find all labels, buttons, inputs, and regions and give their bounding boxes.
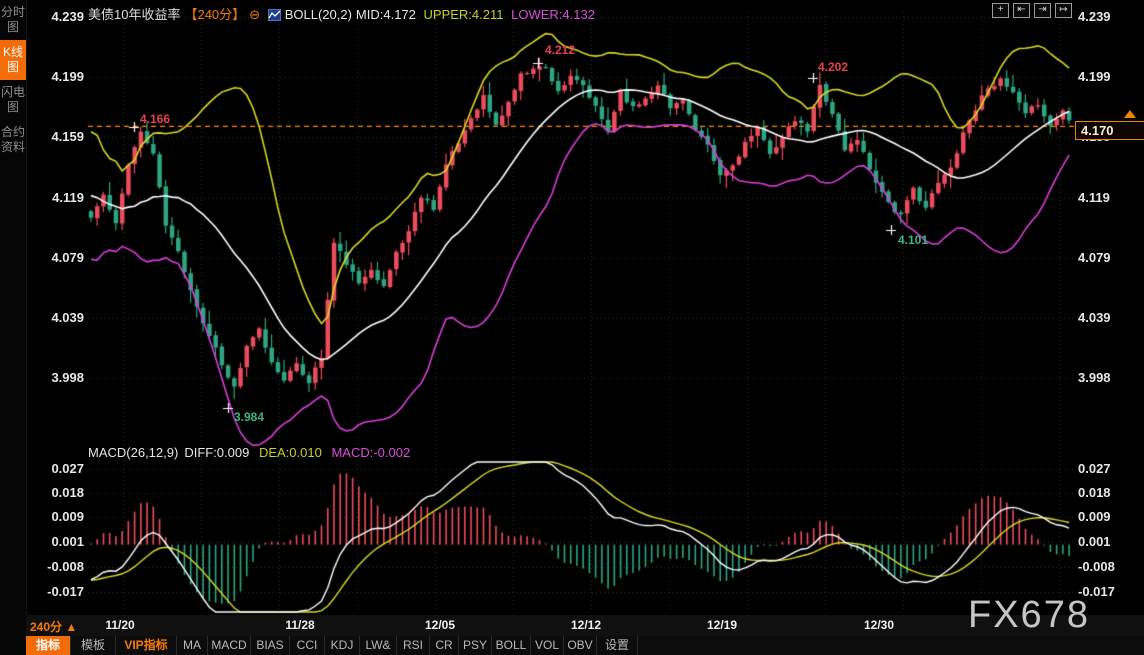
toolbar-button-VIP指标[interactable]: VIP指标 — [116, 636, 177, 655]
boll-lower-value: LOWER:4.132 — [511, 7, 595, 22]
extreme-price-annotation: 4.101 — [898, 233, 928, 247]
toolbar-button-模板[interactable]: 模板 — [71, 636, 116, 655]
toolbar-button-PSY[interactable]: PSY — [459, 636, 492, 655]
price-axis-label-right: 4.119 — [1078, 190, 1110, 205]
price-axis-label-left: 4.119 — [40, 190, 84, 205]
macd-formula: MACD(26,12,9) — [88, 445, 178, 460]
date-axis-label: 12/05 — [425, 618, 455, 632]
exit-right-icon[interactable]: ↦ — [1055, 3, 1072, 18]
price-axis-label-right: 4.239 — [1078, 9, 1111, 24]
price-up-arrow-icon — [1124, 110, 1136, 118]
macd-axis-label-right: 0.027 — [1078, 461, 1111, 476]
sidebar-item-fenshi[interactable]: 分时图 — [0, 0, 26, 40]
chart-app-window: 分时图K线图闪电图合约资料 美债10年收益率【240分】 ⊖ BOLL(20,2)… — [0, 0, 1144, 655]
pan-icon[interactable]: + — [992, 3, 1009, 18]
date-axis-label: 12/12 — [571, 618, 601, 632]
macd-axis-label-right: 0.001 — [1078, 534, 1111, 549]
date-axis-label: 12/19 — [707, 618, 737, 632]
toolbar-button-OBV[interactable]: OBV — [564, 636, 597, 655]
macd-axis-label-left: 0.018 — [40, 485, 84, 500]
price-axis-label-right: 3.998 — [1078, 370, 1111, 385]
watermark: FX678 — [968, 594, 1090, 637]
sidebar-item-kline[interactable]: K线图 — [0, 40, 26, 80]
toolbar-button-CCI[interactable]: CCI — [290, 636, 325, 655]
shift-left-icon[interactable]: ⇤ — [1013, 3, 1030, 18]
date-axis-label: 11/28 — [285, 618, 314, 632]
extreme-price-annotation: 4.212 — [545, 43, 575, 57]
toolbar-button-BOLL[interactable]: BOLL — [492, 636, 531, 655]
price-axis-label-left: 4.239 — [40, 9, 84, 24]
price-axis-label-left: 3.998 — [40, 370, 84, 385]
price-axis-label-right: 4.199 — [1078, 69, 1111, 84]
toolbar-button-指标[interactable]: 指标 — [26, 636, 71, 655]
price-axis-label-left: 4.039 — [40, 310, 84, 325]
sidebar-item-shandian[interactable]: 闪电图 — [0, 80, 26, 120]
macd-header: MACD(26,12,9) DIFF:0.009 DEA:0.010 MACD:-… — [88, 445, 416, 460]
price-axis-label-left: 4.159 — [40, 129, 84, 144]
boll-mid-value: MID:4.172 — [356, 7, 416, 22]
macd-axis-label-left: 0.027 — [40, 461, 84, 476]
toolbar-button-CR[interactable]: CR — [430, 636, 459, 655]
price-axis-label-left: 4.199 — [40, 69, 84, 84]
extreme-price-annotation: 3.984 — [234, 410, 264, 424]
macd-axis-label-right: 0.009 — [1078, 509, 1111, 524]
toolbar-button-VOL[interactable]: VOL — [531, 636, 564, 655]
period-badge: 【240分】 — [184, 7, 245, 22]
extreme-price-annotation: 4.166 — [140, 112, 170, 126]
period-selector[interactable]: 240分 ▲ — [30, 618, 77, 635]
toolbar-button-LW&[interactable]: LW& — [360, 636, 397, 655]
chart-header: 美债10年收益率【240分】 ⊖ BOLL(20,2) MID:4.172 UPPE… — [88, 4, 599, 23]
macd-axis-label-left: 0.001 — [40, 534, 84, 549]
collapse-icon[interactable]: ⊖ — [249, 7, 260, 22]
symbol-title: 美债10年收益率 — [88, 7, 180, 22]
shift-right-icon[interactable]: ⇥ — [1034, 3, 1051, 18]
boll-upper-value: UPPER:4.211 — [424, 7, 504, 22]
sidebar-item-heyue[interactable]: 合约资料 — [0, 120, 26, 160]
last-price-tag: 4.170 — [1075, 121, 1144, 140]
window-icon-bar: + ⇤ ⇥ ↦ — [992, 3, 1072, 18]
toolbar-button-KDJ[interactable]: KDJ — [325, 636, 360, 655]
toolbar-button-MACD[interactable]: MACD — [208, 636, 251, 655]
price-axis-label-right: 4.079 — [1078, 250, 1111, 265]
macd-axis-label-right: 0.018 — [1078, 485, 1111, 500]
date-axis-label: 11/20 — [105, 618, 134, 632]
chart-type-sidebar: 分时图K线图闪电图合约资料 — [0, 0, 27, 655]
macd-diff-value: DIFF:0.009 — [184, 445, 249, 460]
macd-dea-value: DEA:0.010 — [259, 445, 322, 460]
toolbar-button-设置[interactable]: 设置 — [597, 636, 638, 655]
macd-axis-label-left: 0.009 — [40, 509, 84, 524]
date-axis-label: 12/30 — [864, 618, 894, 632]
toolbar-button-MA[interactable]: MA — [177, 636, 208, 655]
toolbar-button-BIAS[interactable]: BIAS — [251, 636, 290, 655]
toolbar-button-RSI[interactable]: RSI — [397, 636, 430, 655]
price-axis-label-right: 4.039 — [1078, 310, 1111, 325]
macd-macd-value: MACD:-0.002 — [331, 445, 410, 460]
price-axis-label-left: 4.079 — [40, 250, 84, 265]
indicator-toolbar: 指标模板VIP指标MAMACDBIASCCIKDJLW&RSICRPSYBOLL… — [26, 636, 1144, 655]
extreme-price-annotation: 4.202 — [818, 60, 848, 74]
macd-axis-label-right: -0.008 — [1078, 559, 1115, 574]
macd-axis-label-left: -0.008 — [40, 559, 84, 574]
boll-label: BOLL(20,2) — [285, 7, 352, 22]
boll-chart-icon — [268, 9, 281, 21]
chart-canvas[interactable] — [0, 0, 1144, 655]
macd-axis-label-left: -0.017 — [40, 584, 84, 599]
